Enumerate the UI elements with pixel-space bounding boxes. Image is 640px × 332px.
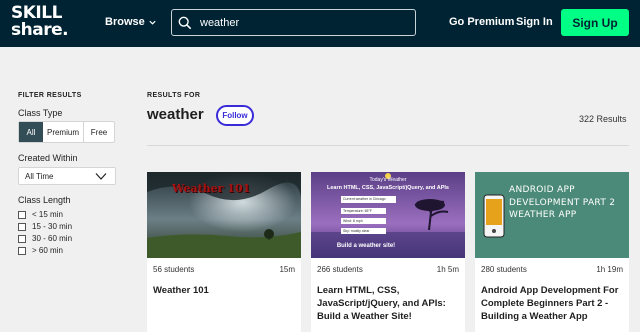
class-meta: 56 students 15m [147, 258, 301, 274]
class-type-all[interactable]: All [19, 122, 43, 142]
checkbox[interactable] [18, 234, 26, 243]
browse-label: Browse [105, 16, 145, 28]
class-length-option-15-30[interactable]: 15 - 30 min [18, 222, 72, 231]
chevron-down-icon [149, 20, 156, 25]
class-length-option-30-60[interactable]: 30 - 60 min [18, 234, 72, 243]
class-duration: 1h 5m [436, 265, 459, 274]
thumbnail-heading: Today's Weather [369, 177, 407, 183]
class-card[interactable]: Today's Weather Learn HTML, CSS, JavaScr… [311, 172, 465, 332]
filter-results-heading: FILTER RESULTS [18, 92, 82, 99]
class-title[interactable]: Weather 101 [147, 274, 301, 297]
class-type-label: Class Type [18, 108, 63, 118]
checkbox-label: 30 - 60 min [32, 234, 73, 243]
class-length-option-over-60[interactable]: > 60 min [18, 246, 63, 255]
divider [147, 145, 629, 146]
class-duration: 1h 19m [596, 265, 623, 274]
class-length-label: Class Length [18, 195, 71, 205]
checkbox[interactable] [18, 246, 26, 255]
created-within-value: All Time [25, 171, 54, 181]
results-for-heading: RESULTS FOR [147, 92, 201, 99]
class-meta: 280 students 1h 19m [475, 258, 629, 274]
thumbnail-field: Sky: mostly clear [341, 228, 386, 234]
class-thumbnail[interactable]: Weather 101 [147, 172, 301, 258]
checkbox[interactable] [18, 222, 26, 231]
checkbox-label: > 60 min [32, 246, 63, 255]
student-count: 56 students [153, 265, 195, 274]
thumbnail-field: Wind: 8 mph [341, 218, 386, 224]
thumbnail-field: Current weather in Chicago [341, 196, 396, 203]
chevron-down-icon [95, 173, 107, 180]
class-card[interactable]: Weather 101 56 students 15m Weather 101 [147, 172, 301, 332]
student-count: 280 students [481, 265, 527, 274]
search-query-title: weather [147, 106, 204, 123]
class-thumbnail[interactable]: Today's Weather Learn HTML, CSS, JavaScr… [311, 172, 465, 258]
class-meta: 266 students 1h 5m [311, 258, 465, 274]
phone-icon [483, 194, 505, 238]
results-count: 322 Results [579, 114, 627, 124]
go-premium-link[interactable]: Go Premium [449, 16, 514, 28]
checkbox[interactable] [18, 210, 26, 219]
student-count: 266 students [317, 265, 363, 274]
created-within-select[interactable]: All Time [18, 167, 116, 185]
created-within-label: Created Within [18, 153, 78, 163]
class-thumbnail[interactable]: ANDROID APP DEVELOPMENT PART 2 WEATHER A… [475, 172, 629, 258]
browse-menu[interactable]: Browse [105, 16, 157, 28]
sign-in-link[interactable]: Sign In [516, 16, 553, 28]
search-icon[interactable] [178, 16, 192, 30]
thumbnail-cta: Build a weather site! [336, 243, 396, 249]
search-input[interactable] [200, 16, 400, 29]
checkbox-label: 15 - 30 min [32, 222, 73, 231]
sign-up-button[interactable]: Sign Up [561, 9, 629, 36]
checkbox-label: < 15 min [32, 210, 63, 219]
class-type-selector: All Premium Free [18, 121, 115, 143]
class-length-option-under-15[interactable]: < 15 min [18, 210, 63, 219]
skillshare-logo[interactable]: SKILL share. [11, 5, 69, 40]
logo-line-2: share. [11, 20, 69, 40]
class-duration: 15m [279, 265, 295, 274]
thumbnail-title-text: Weather 101 [172, 182, 251, 195]
class-card[interactable]: ANDROID APP DEVELOPMENT PART 2 WEATHER A… [475, 172, 629, 332]
class-title[interactable]: Android App Development For Complete Beg… [475, 274, 629, 323]
search-box[interactable] [171, 9, 416, 36]
top-navigation-bar: SKILL share. Browse Go Premium Sign In S… [0, 0, 640, 47]
class-title[interactable]: Learn HTML, CSS, JavaScript/jQuery, and … [311, 274, 465, 323]
class-type-premium[interactable]: Premium [43, 122, 84, 142]
class-type-free[interactable]: Free [84, 122, 114, 142]
thumbnail-field: Temperature: 65°F [341, 208, 386, 214]
follow-button[interactable]: Follow [216, 105, 254, 126]
thumbnail-title-text: ANDROID APP DEVELOPMENT PART 2 WEATHER A… [509, 185, 616, 220]
thumbnail-subtitle: Learn HTML, CSS, JavaScript/jQuery, and … [327, 185, 449, 191]
